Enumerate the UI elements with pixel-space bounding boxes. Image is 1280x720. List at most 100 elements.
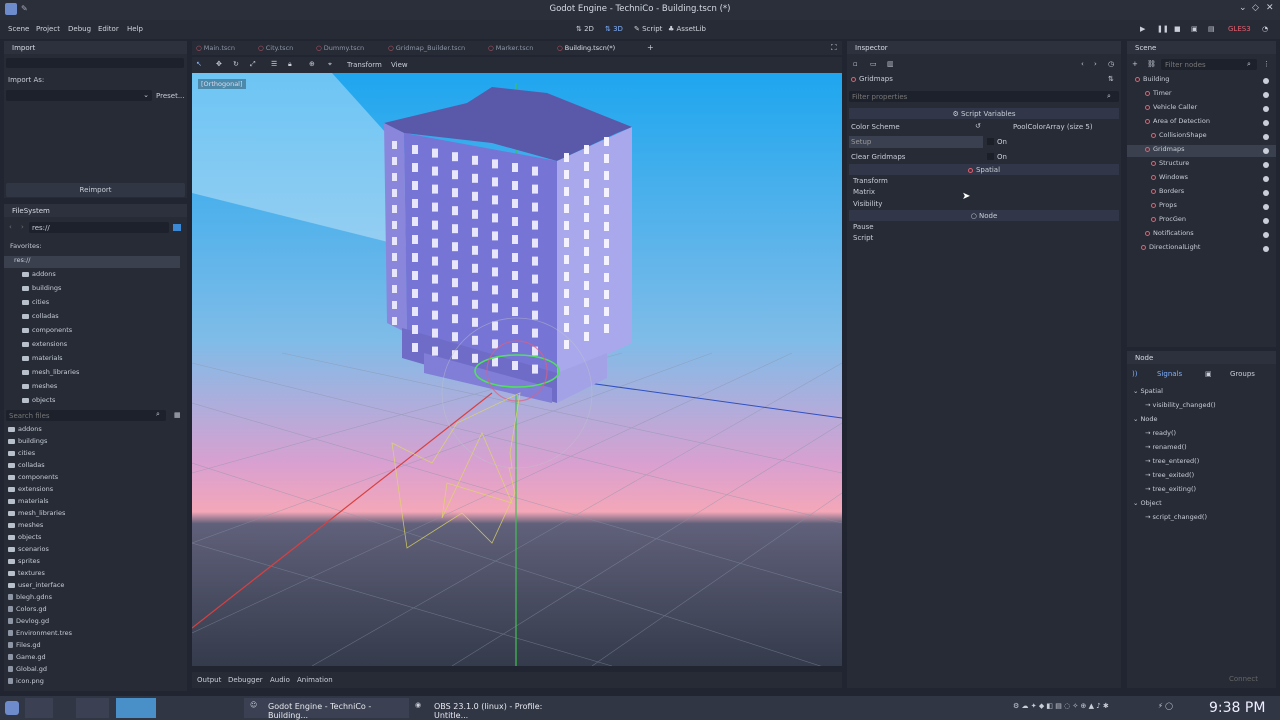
signal-item[interactable]: → tree_exiting(): [1127, 485, 1276, 497]
history-icon[interactable]: ◷: [1108, 60, 1114, 68]
close-icon[interactable]: ✕: [1266, 3, 1274, 13]
object-properties-icon[interactable]: ⇅: [1108, 75, 1114, 83]
fs-tree-item[interactable]: cities: [4, 298, 180, 310]
history-back-icon[interactable]: ‹: [1081, 60, 1084, 68]
scene-tab[interactable]: ○ City.tscn: [258, 44, 293, 52]
file-list-item[interactable]: Colors.gd: [4, 605, 182, 617]
3d-viewport[interactable]: [Orthogonal]: [192, 73, 842, 666]
mode-2d-button[interactable]: ⇅ 2D: [576, 25, 594, 33]
file-list-item[interactable]: meshes: [4, 521, 182, 533]
menu-help[interactable]: Help: [127, 25, 143, 33]
scene-tree-node[interactable]: DirectionalLight: [1127, 243, 1276, 255]
list-tool-icon[interactable]: ☰: [271, 60, 277, 68]
animation-tab[interactable]: Animation: [297, 676, 333, 684]
open-resource-icon[interactable]: ▭: [870, 60, 877, 68]
fs-tree-item[interactable]: buildings: [4, 284, 180, 296]
menu-debug[interactable]: Debug: [68, 25, 91, 33]
mode-3d-button[interactable]: ⇅ 3D: [605, 25, 623, 33]
clear-gridmaps-checkbox[interactable]: [987, 153, 994, 160]
visibility-eye-icon[interactable]: [1263, 162, 1269, 168]
play-custom-icon[interactable]: ▤: [1208, 25, 1215, 33]
clock[interactable]: 9:38 PM: [1209, 700, 1265, 716]
transform-menu[interactable]: Transform: [347, 61, 382, 69]
scene-tree-node[interactable]: Building: [1127, 75, 1276, 87]
filter-properties-input[interactable]: Filter properties: [849, 91, 1119, 102]
file-list-item[interactable]: sprites: [4, 557, 182, 569]
scene-options-icon[interactable]: ⋮: [1263, 60, 1270, 68]
view-menu[interactable]: View: [391, 61, 408, 69]
renderer-label[interactable]: GLES3: [1228, 25, 1251, 33]
forward-icon[interactable]: ›: [21, 223, 24, 231]
desktop-2-button[interactable]: [76, 698, 109, 718]
visibility-eye-icon[interactable]: [1263, 232, 1269, 238]
visibility-eye-icon[interactable]: [1263, 106, 1269, 112]
signals-node-section[interactable]: ⌄ Node: [1127, 415, 1276, 427]
matrix-group[interactable]: Matrix: [853, 188, 875, 196]
lock-icon[interactable]: 🔒︎: [288, 60, 292, 69]
scene-tree-node[interactable]: Windows: [1127, 173, 1276, 185]
file-list-item[interactable]: addons: [4, 425, 182, 437]
pause-group[interactable]: Pause: [853, 223, 874, 231]
kde-menu-icon[interactable]: [5, 701, 19, 715]
signals-object-section[interactable]: ⌄ Object: [1127, 499, 1276, 511]
file-list-item[interactable]: blegh.gdns: [4, 593, 182, 605]
taskbar-godot[interactable]: ☺ Godot Engine - TechniCo - Building...: [244, 698, 409, 720]
fs-tree-item[interactable]: mesh_libraries: [4, 368, 180, 380]
visibility-eye-icon[interactable]: [1263, 148, 1269, 154]
save-resource-icon[interactable]: ▥: [887, 60, 894, 68]
file-list-item[interactable]: colladas: [4, 461, 182, 473]
maximize-icon[interactable]: ◇: [1252, 3, 1259, 13]
preset-button[interactable]: Preset...: [156, 92, 185, 100]
tray-icons[interactable]: ⚙ ☁ ✦ ◆ ◧ ▤ ◌ ✧ ⊕ ▲ ♪ ✱: [1013, 702, 1109, 710]
add-tab-icon[interactable]: +: [647, 43, 654, 52]
snap-icon[interactable]: ⌖: [328, 60, 332, 69]
file-list-item[interactable]: scenarios: [4, 545, 182, 557]
spatial-section[interactable]: Spatial: [849, 164, 1119, 175]
rotate-tool-icon[interactable]: ↻: [233, 60, 239, 68]
scene-tree-node[interactable]: ProcGen: [1127, 215, 1276, 227]
visibility-eye-icon[interactable]: [1263, 176, 1269, 182]
signals-tab[interactable]: Signals: [1157, 370, 1182, 378]
visibility-eye-icon[interactable]: [1263, 120, 1269, 126]
import-as-select[interactable]: ⌄: [6, 90, 152, 101]
file-list-item[interactable]: extensions: [4, 485, 182, 497]
file-list-item[interactable]: Environment.tres: [4, 629, 182, 641]
output-tab[interactable]: Output: [197, 676, 221, 684]
fs-tree-item[interactable]: meshes: [4, 382, 180, 394]
visibility-eye-icon[interactable]: [1263, 92, 1269, 98]
script-variables-section[interactable]: ⚙ Script Variables: [849, 108, 1119, 119]
file-list-item[interactable]: user_interface: [4, 581, 182, 593]
signals-spatial-section[interactable]: ⌄ Spatial: [1127, 387, 1276, 399]
fs-tree-item[interactable]: materials: [4, 354, 180, 366]
scene-tree-node[interactable]: Timer: [1127, 89, 1276, 101]
file-list-item[interactable]: textures: [4, 569, 182, 581]
scene-tab[interactable]: ○ Marker.tscn: [488, 44, 533, 52]
visibility-eye-icon[interactable]: [1263, 78, 1269, 84]
visibility-eye-icon[interactable]: [1263, 204, 1269, 210]
scene-tab[interactable]: ○ Dummy.tscn: [316, 44, 364, 52]
reimport-button[interactable]: Reimport: [6, 183, 185, 197]
file-list-item[interactable]: icon.png: [4, 677, 182, 689]
desktop-1-button[interactable]: [25, 698, 53, 718]
audio-tab[interactable]: Audio: [270, 676, 290, 684]
filter-nodes-input[interactable]: Filter nodes: [1161, 59, 1257, 70]
file-list-item[interactable]: Files.gd: [4, 641, 182, 653]
menu-scene[interactable]: Scene: [8, 25, 29, 33]
file-list-item[interactable]: components: [4, 473, 182, 485]
file-list-item[interactable]: materials: [4, 497, 182, 509]
scene-tree-node[interactable]: Area of Detection: [1127, 117, 1276, 129]
minimize-icon[interactable]: ⌄: [1239, 3, 1247, 13]
connect-button[interactable]: Connect: [1229, 675, 1258, 683]
revert-icon[interactable]: ↺: [975, 122, 981, 130]
scene-tree-node[interactable]: Borders: [1127, 187, 1276, 199]
taskbar-obs[interactable]: ◉ OBS 23.1.0 (linux) - Profile: Untitle..…: [411, 698, 579, 720]
fs-tree-item[interactable]: colladas: [4, 312, 180, 324]
sort-icon[interactable]: ▦: [174, 411, 181, 419]
mode-script-button[interactable]: ✎ Script: [634, 25, 662, 33]
select-tool-icon[interactable]: ↖: [196, 60, 202, 68]
file-list-item[interactable]: cities: [4, 449, 182, 461]
fs-tree-item[interactable]: extensions: [4, 340, 180, 352]
fs-tree-item[interactable]: components: [4, 326, 180, 338]
file-list-item[interactable]: mesh_libraries: [4, 509, 182, 521]
scene-tab[interactable]: ○ Main.tscn: [196, 44, 235, 52]
